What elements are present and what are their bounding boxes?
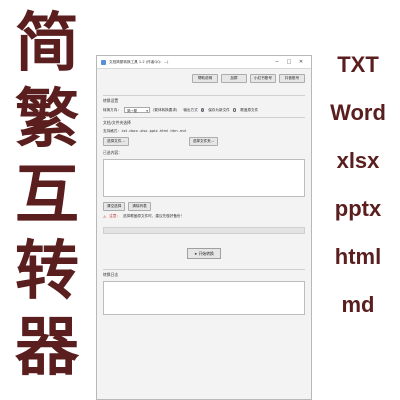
format-list: TXT Word xlsx pptx html md (318, 52, 398, 340)
window-title: 文档简繁转换工具 1.2 (作者QQ：...) (109, 59, 169, 64)
clear-list-button[interactable]: 清除列表 (128, 202, 151, 211)
direction-hint: (繁体转换要求) (152, 107, 178, 112)
format-label: md (341, 292, 375, 317)
minimize-button[interactable]: ─ (271, 59, 283, 65)
title-char: 繁 (15, 83, 79, 157)
title-bar: 文档简繁转换工具 1.2 (作者QQ：...) ─ □ ✕ (97, 56, 311, 69)
help-button[interactable]: 帮助说明 (192, 74, 218, 83)
convert-settings-label: 转换设置 (103, 98, 119, 103)
direction-label: 转换方向： (103, 107, 121, 112)
log-group: 转换日志 (103, 269, 305, 315)
title-vertical: 简 繁 互 转 器 (4, 6, 90, 386)
select-files-button[interactable]: 选择文件... (103, 137, 129, 146)
maximize-button[interactable]: □ (283, 59, 295, 65)
radio-save-new-label: 保存为新文件 (208, 107, 230, 112)
note-text: 选择覆盖原文件时，建议先做好备份！ (123, 214, 185, 218)
selected-list[interactable] (103, 159, 305, 197)
app-window: 文档简繁转换工具 1.2 (作者QQ：...) ─ □ ✕ 帮助说明 加群 小红… (96, 55, 312, 400)
log-label: 转换日志 (103, 272, 119, 277)
radio-overwrite-label: 覆盖原文件 (240, 107, 259, 112)
format-label: TXT (337, 52, 379, 77)
clear-selection-button[interactable]: 清空选择 (103, 202, 126, 211)
progress-bar (103, 227, 305, 234)
supported-formats: 支持格式：.txt .docx .xlsx .pptx .html .htm .… (103, 129, 186, 133)
join-group-button[interactable]: 加群 (221, 74, 247, 83)
xiaohongshu-button[interactable]: 小红书账号 (250, 74, 276, 83)
close-button[interactable]: ✕ (295, 59, 307, 65)
title-char: 简 (15, 7, 79, 81)
top-button-row: 帮助说明 加群 小红书账号 抖音账号 (97, 69, 311, 83)
format-label: Word (330, 100, 386, 125)
app-icon (101, 59, 106, 65)
title-char: 互 (15, 159, 79, 233)
select-folder-button[interactable]: 选择文件夹... (188, 137, 219, 146)
save-mode-label: 输出方式 (183, 107, 198, 112)
format-label: xlsx (336, 148, 380, 173)
title-char: 转 (15, 235, 79, 309)
selected-label: 已选内容： (103, 150, 122, 155)
note-prefix: 注意： (109, 214, 121, 218)
format-label: pptx (334, 196, 382, 221)
direction-select[interactable]: 简→繁 (123, 107, 150, 114)
warning-icon: ⚠ (103, 214, 107, 219)
start-convert-label: 开始转换 (198, 251, 214, 256)
start-row: ➤ 开始转换 (97, 248, 311, 259)
format-label: html (334, 244, 382, 269)
douyin-button[interactable]: 抖音账号 (279, 74, 305, 83)
log-output[interactable] (103, 281, 305, 315)
file-select-group: 文档/文件夹选择 支持格式：.txt .docx .xlsx .pptx .ht… (103, 117, 305, 219)
title-char: 器 (15, 311, 79, 385)
rocket-icon: ➤ (194, 251, 198, 256)
convert-settings-group: 转换设置 转换方向： 简→繁 (繁体转换要求) 输出方式 保存为新文件 覆盖原文… (103, 95, 305, 114)
file-select-label: 文档/文件夹选择 (103, 120, 131, 125)
radio-overwrite[interactable] (232, 108, 237, 112)
radio-save-new[interactable] (200, 108, 205, 112)
start-convert-button[interactable]: ➤ 开始转换 (187, 248, 221, 259)
